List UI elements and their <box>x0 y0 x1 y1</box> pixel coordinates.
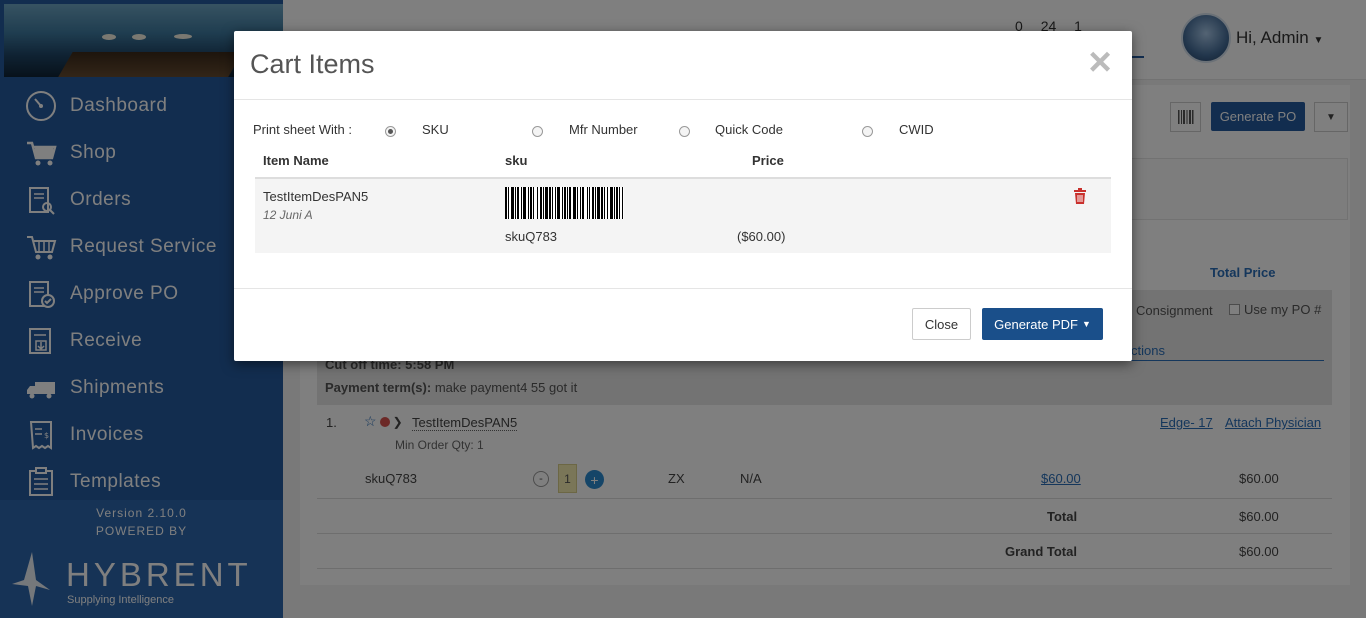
cart-item-sku: skuQ783 <box>505 229 558 244</box>
radio-mfr-number-label: Mfr Number <box>569 122 638 137</box>
modal-title: Cart Items <box>250 49 375 79</box>
divider <box>234 288 1132 289</box>
radio-cwid-label: CWID <box>899 122 934 137</box>
generate-pdf-button[interactable]: Generate PDF ▼ <box>982 308 1103 340</box>
cart-items-modal: Cart Items × Print sheet With : SKU Mfr … <box>234 31 1132 361</box>
cart-item-price: ($60.00) <box>737 229 786 244</box>
radio-quick-code[interactable] <box>679 126 690 137</box>
close-button[interactable]: Close <box>912 308 971 340</box>
trash-icon[interactable] <box>1073 188 1087 204</box>
cart-item-name: TestItemDesPAN5 <box>263 189 369 204</box>
caret-down-icon: ▼ <box>1081 319 1091 329</box>
radio-sku-label: SKU <box>422 122 449 137</box>
col-sku: sku <box>505 153 528 168</box>
col-item-name: Item Name <box>263 153 329 168</box>
col-price: Price <box>752 153 784 168</box>
print-sheet-label: Print sheet With : <box>253 122 352 137</box>
radio-mfr-number[interactable] <box>532 126 543 137</box>
generate-pdf-label: Generate PDF <box>994 316 1078 332</box>
radio-sku[interactable] <box>385 126 396 137</box>
radio-quick-code-label: Quick Code <box>715 122 783 137</box>
sku-barcode <box>505 187 768 219</box>
radio-cwid[interactable] <box>862 126 873 137</box>
divider <box>234 99 1132 100</box>
cart-item-subtitle: 12 Juni A <box>263 208 313 222</box>
close-icon[interactable]: × <box>1084 42 1116 82</box>
